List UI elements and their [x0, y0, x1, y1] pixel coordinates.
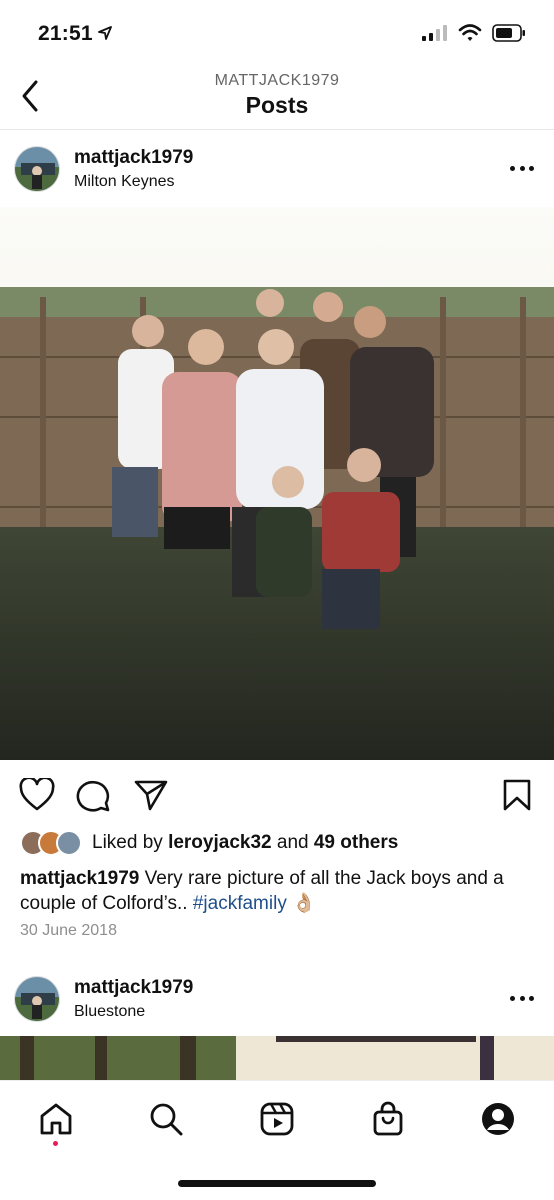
avatar[interactable]	[14, 146, 60, 192]
shop-icon	[373, 1101, 403, 1136]
tab-profile[interactable]	[476, 1097, 520, 1141]
heart-icon	[19, 776, 55, 811]
home-indicator[interactable]	[178, 1180, 376, 1187]
like-button[interactable]	[19, 776, 55, 817]
battery-icon	[492, 24, 526, 47]
tab-reels[interactable]	[255, 1097, 299, 1141]
share-icon	[134, 780, 168, 811]
avatar[interactable]	[14, 976, 60, 1022]
comment-icon	[76, 780, 110, 812]
bookmark-icon	[503, 779, 531, 811]
avatar	[56, 830, 82, 856]
location-arrow-icon	[98, 26, 112, 45]
likes-text: Liked by leroyjack32 and 49 others	[92, 832, 399, 853]
signal-icon	[422, 25, 448, 46]
post-header: mattjack1979 Bluestone	[0, 960, 554, 1036]
liked-by-user[interactable]: leroyjack32	[168, 832, 272, 853]
header-username: MATTJACK1979	[214, 72, 340, 89]
page-title: Posts	[245, 92, 309, 118]
caption: mattjack1979 Very rare picture of all th…	[20, 866, 540, 916]
post-location[interactable]: Bluestone	[74, 1003, 145, 1021]
tab-home[interactable]	[34, 1097, 78, 1141]
post-image[interactable]	[0, 207, 554, 760]
wifi-icon	[458, 24, 482, 47]
liker-avatars	[20, 829, 86, 857]
search-icon	[150, 1103, 183, 1136]
likes-row[interactable]: Liked by leroyjack32 and 49 others	[20, 828, 398, 858]
profile-icon	[482, 1103, 514, 1135]
post-location[interactable]: Milton Keynes	[74, 173, 175, 191]
liked-by-others[interactable]: 49 others	[314, 832, 398, 853]
reels-icon	[260, 1102, 294, 1136]
post-header: mattjack1979 Milton Keynes	[0, 130, 554, 206]
tab-search[interactable]	[144, 1097, 188, 1141]
post-username[interactable]: mattjack1979	[74, 977, 193, 999]
status-bar: 21:51	[0, 0, 554, 66]
post-image[interactable]	[0, 1036, 554, 1080]
post-date: 30 June 2018	[20, 922, 117, 939]
tab-shop[interactable]	[366, 1097, 410, 1141]
status-time: 21:51	[38, 22, 93, 45]
nav-header: MATTJACK1979 Posts	[0, 66, 554, 130]
more-options-button[interactable]	[510, 158, 534, 178]
home-icon	[40, 1103, 72, 1135]
caption-username[interactable]: mattjack1979	[20, 868, 139, 889]
caption-emoji: 👌🏼	[292, 893, 316, 914]
comment-button[interactable]	[76, 778, 112, 817]
post-username[interactable]: mattjack1979	[74, 147, 193, 169]
active-tab-dot	[53, 1141, 58, 1146]
share-button[interactable]	[133, 778, 169, 817]
more-options-button[interactable]	[510, 988, 534, 1008]
save-button[interactable]	[500, 778, 534, 817]
post-actions	[0, 770, 554, 820]
caption-hashtag[interactable]: #jackfamily	[193, 893, 287, 914]
